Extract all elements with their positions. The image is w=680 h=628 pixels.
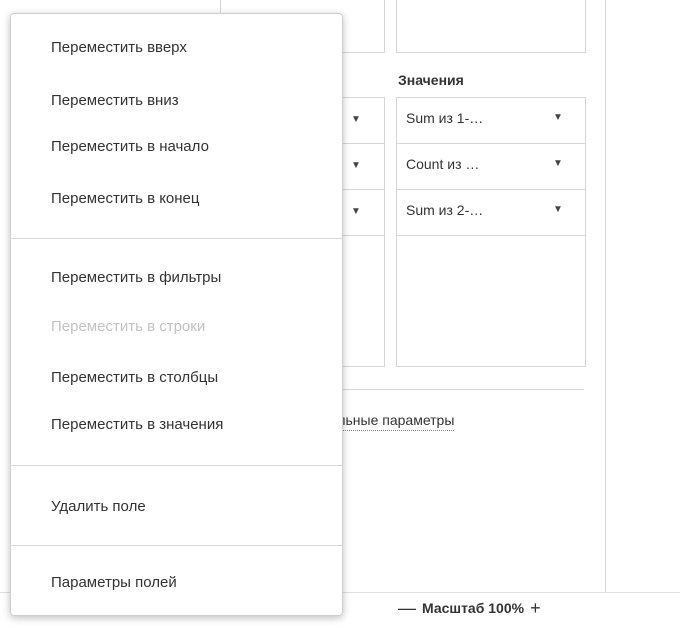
values-header: Значения <box>398 72 464 88</box>
caret-down-icon[interactable]: ▼ <box>553 204 563 215</box>
menu-item-move-up[interactable]: Переместить вверх <box>51 39 187 56</box>
zoom-control: — Масштаб 100% + <box>398 598 541 619</box>
value-field-label: Sum из 1-… <box>406 110 484 126</box>
menu-separator <box>11 465 342 466</box>
context-menu: Переместить вверх Переместить вниз Перем… <box>10 13 343 616</box>
caret-down-icon[interactable]: ▼ <box>553 112 563 123</box>
menu-separator <box>11 238 342 239</box>
menu-item-field-settings[interactable]: Параметры полей <box>51 574 177 591</box>
zoom-label: Масштаб 100% <box>422 600 525 616</box>
menu-item-move-to-start[interactable]: Переместить в начало <box>51 138 209 155</box>
menu-item-move-to-values[interactable]: Переместить в значения <box>51 416 223 433</box>
advanced-settings-link[interactable]: ельные параметры <box>330 412 455 431</box>
caret-down-icon[interactable]: ▼ <box>553 158 563 169</box>
menu-item-remove-field[interactable]: Удалить поле <box>51 498 146 515</box>
value-field-item[interactable]: Count из … ▼ <box>397 144 585 190</box>
value-field-label: Sum из 2-… <box>406 202 484 218</box>
columns-box <box>396 0 586 53</box>
panel-divider <box>605 0 606 592</box>
values-list: Sum из 1-… ▼ Count из … ▼ Sum из 2-… ▼ <box>396 97 586 367</box>
menu-item-move-down[interactable]: Переместить вниз <box>51 92 179 109</box>
value-field-item[interactable]: Sum из 2-… ▼ <box>397 190 585 236</box>
menu-item-move-to-end[interactable]: Переместить в конец <box>51 190 200 207</box>
value-field-item[interactable]: Sum из 1-… ▼ <box>397 98 585 144</box>
menu-item-move-to-columns[interactable]: Переместить в столбцы <box>51 369 218 386</box>
value-field-label: Count из … <box>406 156 480 172</box>
zoom-out-button[interactable]: — <box>398 598 416 618</box>
caret-down-icon[interactable]: ▼ <box>351 160 361 171</box>
caret-down-icon[interactable]: ▼ <box>351 114 361 125</box>
zoom-in-button[interactable]: + <box>530 598 541 618</box>
menu-separator <box>11 545 342 546</box>
caret-down-icon[interactable]: ▼ <box>351 206 361 217</box>
menu-item-move-to-filters[interactable]: Переместить в фильтры <box>51 269 221 286</box>
menu-item-move-to-rows: Переместить в строки <box>51 318 206 335</box>
divider <box>330 389 584 390</box>
